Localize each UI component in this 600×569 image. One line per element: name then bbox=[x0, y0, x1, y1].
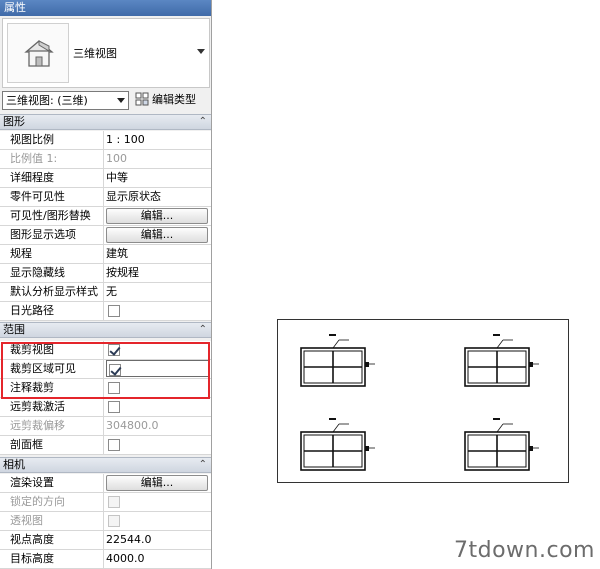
collapse-icon[interactable]: ⌃ bbox=[199, 115, 207, 129]
property-row[interactable]: 图形显示选项 编辑... bbox=[0, 226, 211, 245]
property-label: 详细程度 bbox=[0, 169, 104, 187]
property-value: 编辑... bbox=[106, 207, 210, 225]
locked-orientation-checkbox bbox=[108, 496, 120, 508]
property-row[interactable]: 远剪裁激活 bbox=[0, 398, 211, 417]
property-label: 视点高度 bbox=[0, 531, 104, 549]
property-value[interactable]: 22544.0 bbox=[106, 531, 210, 549]
property-row[interactable]: 可见性/图形替换 编辑... bbox=[0, 207, 211, 226]
property-row[interactable]: 剖面框 bbox=[0, 436, 211, 455]
section-camera[interactable]: 相机 ⌃ bbox=[0, 457, 211, 473]
property-row: 远剪裁偏移 304800.0 bbox=[0, 417, 211, 436]
property-value[interactable]: 按规程 bbox=[106, 264, 210, 282]
property-value[interactable]: 4000.0 bbox=[106, 550, 210, 568]
property-value[interactable]: 显示原状态 bbox=[106, 188, 210, 206]
property-label: 远剪裁激活 bbox=[0, 398, 104, 416]
annotation-crop-checkbox[interactable] bbox=[108, 382, 120, 394]
property-label: 显示隐藏线 bbox=[0, 264, 104, 282]
property-value bbox=[106, 379, 210, 397]
property-row[interactable]: 默认分析显示样式 无 bbox=[0, 283, 211, 302]
window-elements-drawing bbox=[300, 333, 540, 471]
render-settings-edit-button[interactable]: 编辑... bbox=[106, 475, 208, 491]
section-extents[interactable]: 范围 ⌃ bbox=[0, 322, 211, 338]
house-icon bbox=[7, 23, 69, 83]
edit-type-label: 编辑类型 bbox=[152, 93, 196, 106]
perspective-checkbox bbox=[108, 515, 120, 527]
type-selector[interactable]: 三维视图 bbox=[2, 18, 210, 88]
property-value: 编辑... bbox=[106, 474, 210, 492]
property-row: 透视图 bbox=[0, 512, 211, 531]
property-label: 裁剪视图 bbox=[0, 341, 104, 359]
property-value[interactable]: 1 : 100 bbox=[106, 131, 210, 149]
chevron-down-icon bbox=[117, 98, 125, 103]
property-label: 目标高度 bbox=[0, 550, 104, 568]
property-label: 可见性/图形替换 bbox=[0, 207, 104, 225]
crop-view-checkbox[interactable] bbox=[108, 344, 120, 356]
edit-type-icon bbox=[135, 92, 149, 106]
section-box-checkbox[interactable] bbox=[108, 439, 120, 451]
property-row[interactable]: 规程 建筑 bbox=[0, 245, 211, 264]
property-row[interactable]: 零件可见性 显示原状态 bbox=[0, 188, 211, 207]
collapse-icon[interactable]: ⌃ bbox=[199, 458, 207, 472]
watermark: 7tdown.com bbox=[454, 538, 595, 563]
section-extents-label: 范围 bbox=[3, 323, 25, 336]
panel-title: 属性 bbox=[0, 0, 211, 16]
property-label: 图形显示选项 bbox=[0, 226, 104, 244]
crop-region-visible-checkbox[interactable] bbox=[109, 364, 121, 376]
property-row[interactable]: 渲染设置 编辑... bbox=[0, 474, 211, 493]
property-row[interactable]: 显示隐藏线 按规程 bbox=[0, 264, 211, 283]
property-label: 远剪裁偏移 bbox=[0, 417, 104, 435]
property-label: 规程 bbox=[0, 245, 104, 263]
property-label: 视图比例 bbox=[0, 131, 104, 149]
properties-panel: 属性 三维视图 三维视图: (三维) 编辑类型 图形 ⌃ 视图比例 1: 10… bbox=[0, 0, 212, 569]
section-graphics-label: 图形 bbox=[3, 115, 25, 128]
property-value bbox=[106, 341, 210, 359]
visibility-edit-button[interactable]: 编辑... bbox=[106, 208, 208, 224]
property-value bbox=[106, 302, 210, 320]
far-clip-active-checkbox[interactable] bbox=[108, 401, 120, 413]
view-instance-value: 三维视图: (三维) bbox=[6, 94, 88, 107]
property-label: 比例值 1: bbox=[0, 150, 104, 168]
property-row[interactable]: 裁剪区域可见 bbox=[0, 360, 211, 379]
chevron-down-icon[interactable] bbox=[197, 49, 205, 54]
display-options-edit-button[interactable]: 编辑... bbox=[106, 227, 208, 243]
property-label: 裁剪区域可见 bbox=[0, 360, 104, 378]
property-label: 透视图 bbox=[0, 512, 104, 530]
property-label: 剖面框 bbox=[0, 436, 104, 454]
property-row: 锁定的方向 bbox=[0, 493, 211, 512]
property-row[interactable]: 详细程度 中等 bbox=[0, 169, 211, 188]
property-value: 100 bbox=[106, 152, 127, 165]
crop-region[interactable] bbox=[277, 319, 569, 483]
property-value bbox=[106, 436, 210, 454]
property-label: 注释裁剪 bbox=[0, 379, 104, 397]
property-row[interactable]: 裁剪视图 bbox=[0, 341, 211, 360]
property-label: 零件可见性 bbox=[0, 188, 104, 206]
sun-path-checkbox[interactable] bbox=[108, 305, 120, 317]
type-name: 三维视图 bbox=[73, 47, 117, 60]
property-value: 编辑... bbox=[106, 226, 210, 244]
property-row[interactable]: 目标高度 4000.0 bbox=[0, 550, 211, 569]
property-row: 比例值 1: 100 bbox=[0, 150, 211, 169]
property-label: 默认分析显示样式 bbox=[0, 283, 104, 301]
property-value[interactable]: 无 bbox=[106, 283, 210, 301]
property-row[interactable]: 视点高度 22544.0 bbox=[0, 531, 211, 550]
property-label: 日光路径 bbox=[0, 302, 104, 320]
property-value: 304800.0 bbox=[106, 419, 159, 432]
property-value bbox=[106, 512, 210, 530]
property-value bbox=[106, 398, 210, 416]
property-row[interactable]: 注释裁剪 bbox=[0, 379, 211, 398]
property-value bbox=[106, 360, 210, 377]
section-graphics[interactable]: 图形 ⌃ bbox=[0, 114, 211, 130]
collapse-icon[interactable]: ⌃ bbox=[199, 323, 207, 337]
property-row[interactable]: 日光路径 bbox=[0, 302, 211, 321]
selector-row: 三维视图: (三维) 编辑类型 bbox=[0, 90, 211, 112]
view-instance-select[interactable]: 三维视图: (三维) bbox=[2, 91, 129, 110]
property-label: 渲染设置 bbox=[0, 474, 104, 492]
property-label: 锁定的方向 bbox=[0, 493, 104, 511]
property-value[interactable]: 建筑 bbox=[106, 245, 210, 263]
section-camera-label: 相机 bbox=[3, 458, 25, 471]
property-value[interactable]: 中等 bbox=[106, 169, 210, 187]
property-row[interactable]: 视图比例 1 : 100 bbox=[0, 131, 211, 150]
edit-type-button[interactable]: 编辑类型 bbox=[135, 92, 196, 110]
property-value bbox=[106, 493, 210, 511]
